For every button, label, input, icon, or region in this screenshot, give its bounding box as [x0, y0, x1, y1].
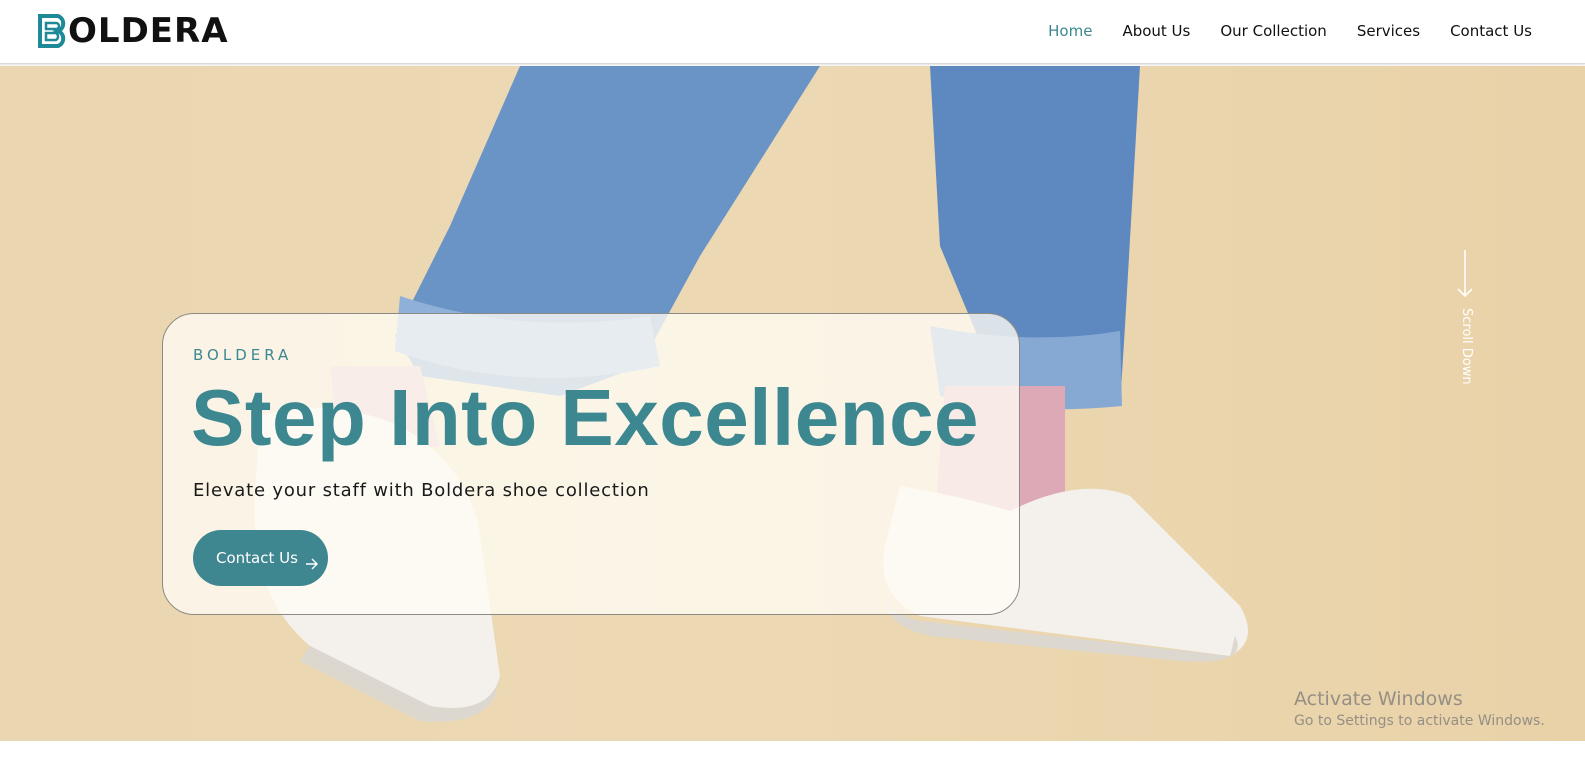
nav-services[interactable]: Services [1357, 20, 1420, 42]
nav-contact-us[interactable]: Contact Us [1450, 20, 1532, 42]
hero-card: BOLDERA Step Into Excellence Elevate you… [162, 313, 1020, 615]
nav-home[interactable]: Home [1048, 20, 1092, 42]
boldera-logo-icon [38, 14, 66, 48]
arrow-down-icon[interactable] [1455, 248, 1475, 308]
hero-section: BOLDERA Step Into Excellence Elevate you… [0, 66, 1585, 741]
contact-us-button[interactable]: Contact Us [193, 530, 328, 586]
activate-windows-title: Activate Windows [1294, 688, 1463, 710]
brand-wordmark: OLDERA [68, 11, 229, 51]
arrow-right-icon [306, 558, 318, 570]
nav-our-collection[interactable]: Our Collection [1220, 20, 1326, 42]
contact-us-button-label: Contact Us [216, 549, 298, 567]
main-nav: Home About Us Our Collection Services Co… [1018, 20, 1532, 42]
hero-eyebrow: BOLDERA [193, 346, 293, 364]
brand-logo[interactable]: OLDERA [38, 13, 229, 49]
scroll-down-label[interactable]: Scroll Down [1459, 308, 1474, 385]
nav-about-us[interactable]: About Us [1122, 20, 1190, 42]
site-header: OLDERA Home About Us Our Collection Serv… [0, 0, 1585, 64]
hero-subline: Elevate your staff with Boldera shoe col… [193, 480, 650, 501]
page-bottom-strip [0, 741, 1585, 770]
hero-headline: Step Into Excellence [191, 373, 980, 462]
activate-windows-subtitle: Go to Settings to activate Windows. [1294, 713, 1545, 729]
